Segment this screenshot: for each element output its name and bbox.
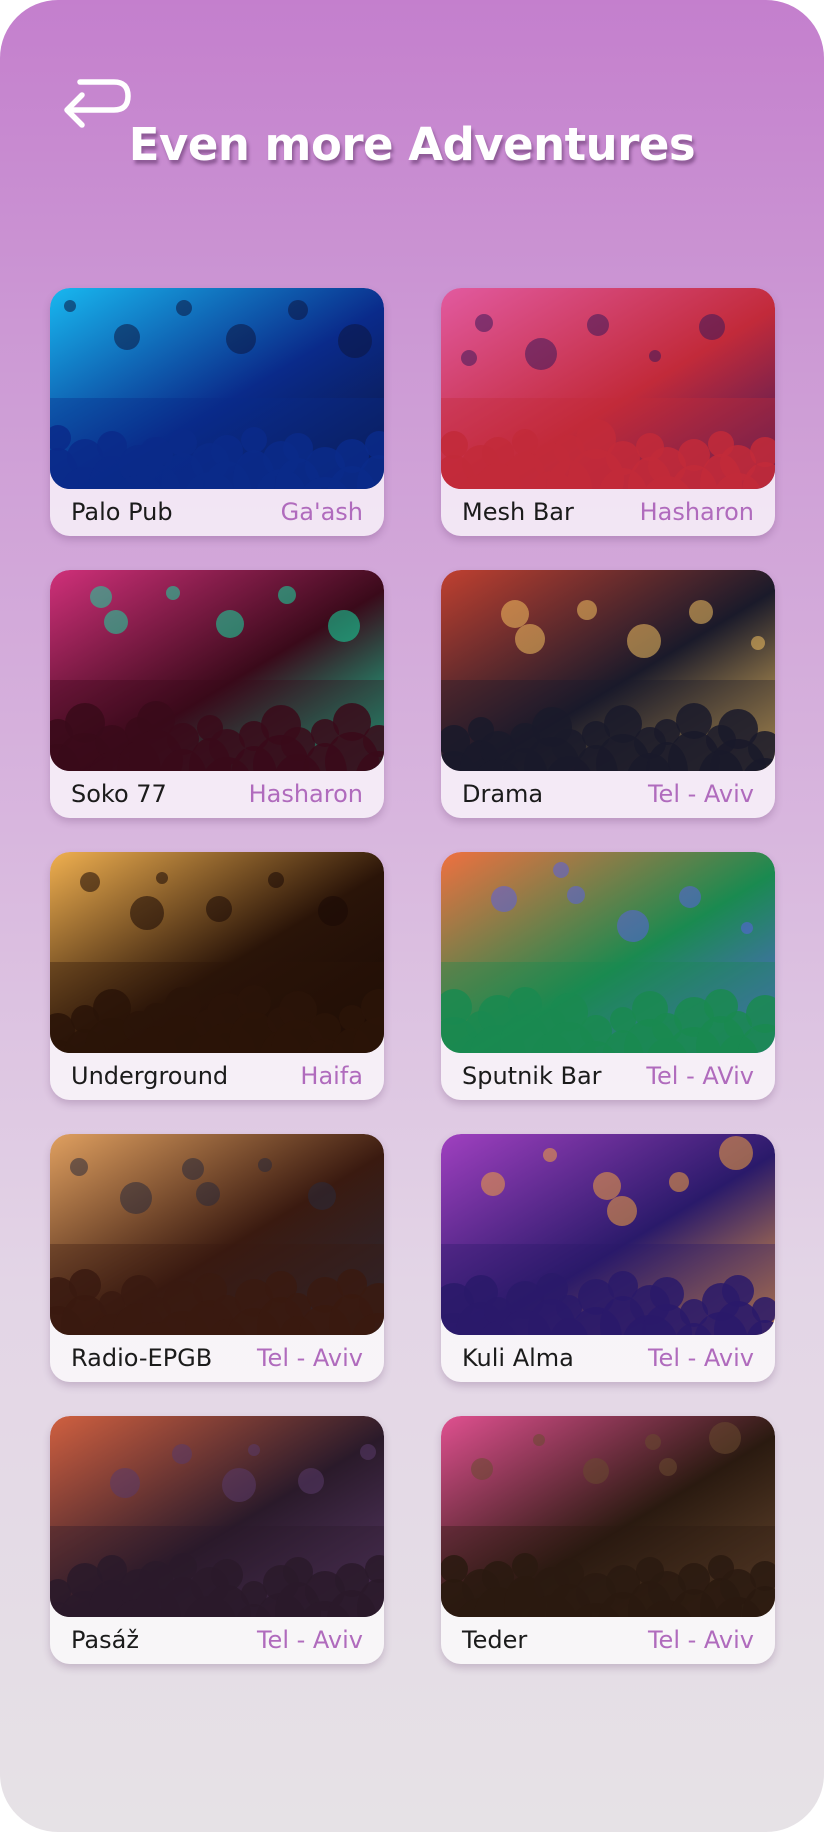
venue-location: Tel - Aviv — [647, 1344, 754, 1372]
venue-location: Tel - Aviv — [256, 1626, 363, 1654]
venue-location: Tel - Aviv — [647, 780, 754, 808]
venue-photo — [50, 1134, 384, 1335]
venue-photo — [50, 570, 384, 771]
venue-name: Kuli Alma — [462, 1344, 574, 1372]
venue-card-soko-77[interactable]: Soko 77 Hasharon — [50, 570, 384, 818]
venue-location: Tel - Aviv — [256, 1344, 363, 1372]
venue-location: Ga'ash — [280, 498, 363, 526]
venue-location: Hasharon — [248, 780, 363, 808]
venue-card-drama[interactable]: Drama Tel - Aviv — [441, 570, 775, 818]
venue-photo — [441, 288, 775, 489]
venue-card-kuli-alma[interactable]: Kuli Alma Tel - Aviv — [441, 1134, 775, 1382]
venue-card-teder[interactable]: Teder Tel - Aviv — [441, 1416, 775, 1664]
venue-name: Palo Pub — [71, 498, 173, 526]
venue-name: Pasáž — [71, 1626, 139, 1654]
venue-grid: Palo Pub Ga'ash Mesh Bar Hasharon Soko 77 H… — [50, 288, 775, 1664]
venue-name: Teder — [462, 1626, 528, 1654]
venue-photo — [50, 288, 384, 489]
venue-name: Mesh Bar — [462, 498, 574, 526]
venue-photo — [441, 570, 775, 771]
page-title: Even more Adventures — [128, 118, 696, 171]
venue-photo — [50, 852, 384, 1053]
venue-location: Hasharon — [639, 498, 754, 526]
venue-location: Tel - Aviv — [647, 1626, 754, 1654]
venue-location: Haifa — [300, 1062, 363, 1090]
venue-location: Tel - AViv — [646, 1062, 754, 1090]
app-screen: Even more Adventures Palo Pub Ga'ash Mesh… — [0, 0, 824, 1832]
venue-photo — [441, 852, 775, 1053]
venue-card-pasaz[interactable]: Pasáž Tel - Aviv — [50, 1416, 384, 1664]
venue-name: Drama — [462, 780, 544, 808]
venue-photo — [441, 1416, 775, 1617]
venue-name: Soko 77 — [71, 780, 167, 808]
venue-name: Radio-EPGB — [71, 1344, 213, 1372]
venue-name: Underground — [71, 1062, 229, 1090]
venue-card-mesh-bar[interactable]: Mesh Bar Hasharon — [441, 288, 775, 536]
venue-photo — [441, 1134, 775, 1335]
venue-card-underground[interactable]: Underground Haifa — [50, 852, 384, 1100]
venue-card-radio-epgb[interactable]: Radio-EPGB Tel - Aviv — [50, 1134, 384, 1382]
venue-photo — [50, 1416, 384, 1617]
venue-card-palo-pub[interactable]: Palo Pub Ga'ash — [50, 288, 384, 536]
venue-card-sputnik-bar[interactable]: Sputnik Bar Tel - AViv — [441, 852, 775, 1100]
venue-name: Sputnik Bar — [462, 1062, 602, 1090]
